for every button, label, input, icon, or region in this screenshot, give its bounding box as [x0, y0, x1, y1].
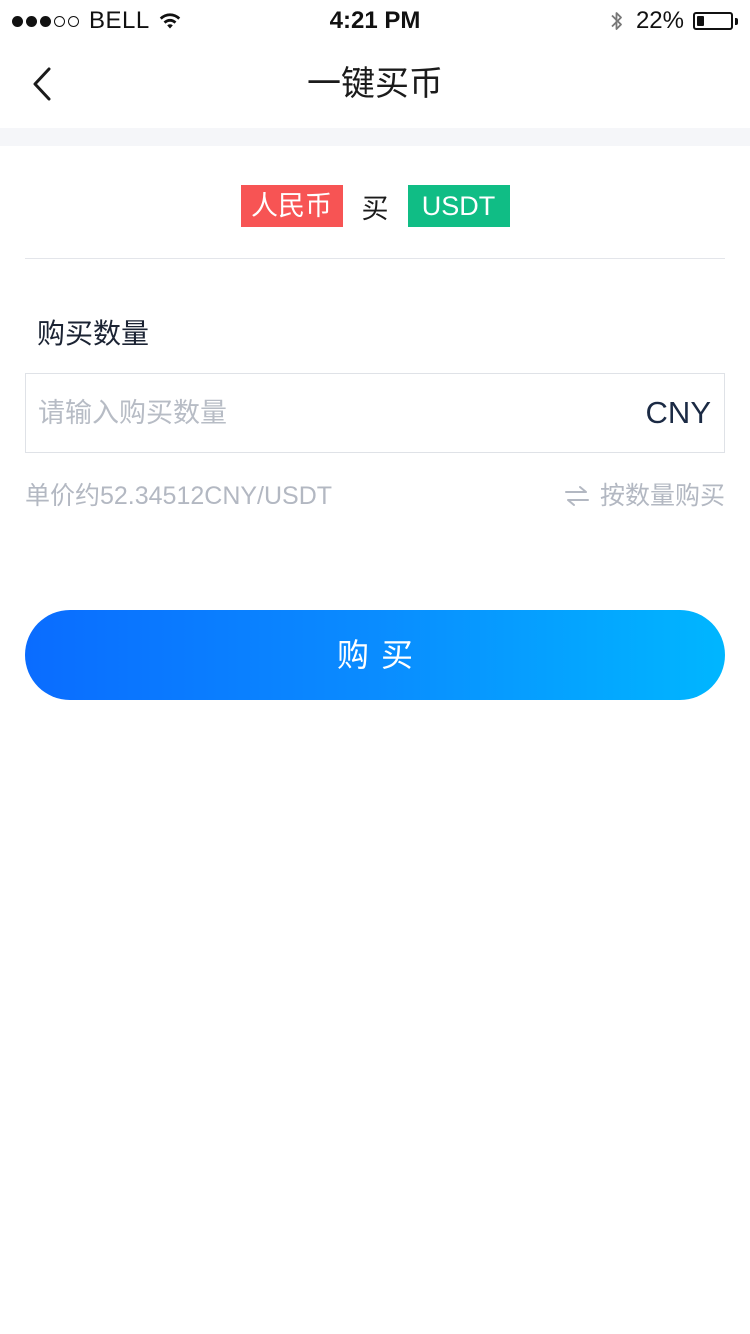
- buy-coin-screen: BELL 4:21 PM 22% 一键买币 人民币 买 USDT 购买数量 请输…: [0, 0, 750, 1334]
- divider: [25, 258, 725, 259]
- status-right: 22%: [610, 6, 738, 36]
- quantity-label: 购买数量: [37, 318, 150, 349]
- swap-arrows-icon: [564, 484, 590, 508]
- from-currency-tag[interactable]: 人民币: [240, 185, 343, 227]
- nav-bar: 一键买币: [0, 40, 750, 128]
- pair-action-label: 买: [361, 193, 389, 224]
- price-row: 单价约52.34512CNY/USDT 按数量购买: [25, 476, 725, 516]
- status-bar: BELL 4:21 PM 22%: [0, 0, 750, 40]
- battery-fill: [697, 16, 705, 26]
- page-title: 一键买币: [307, 65, 443, 103]
- battery-icon: [693, 12, 733, 30]
- switch-mode-label: 按数量购买: [599, 482, 725, 510]
- bluetooth-icon: [610, 9, 624, 33]
- buy-button[interactable]: 购买: [25, 610, 725, 700]
- battery-percent: 22%: [635, 7, 684, 34]
- unit-price-text: 单价约52.34512CNY/USDT: [25, 482, 333, 510]
- chevron-left-icon: [33, 67, 51, 101]
- currency-pair: 人民币 买 USDT: [0, 185, 750, 227]
- battery-tip: [735, 17, 738, 25]
- currency-unit-label: CNY: [645, 395, 711, 430]
- amount-input[interactable]: [38, 374, 598, 452]
- amount-field: CNY: [25, 373, 725, 453]
- switch-mode-button[interactable]: 按数量购买: [564, 476, 725, 516]
- to-currency-tag[interactable]: USDT: [407, 185, 510, 227]
- back-button[interactable]: [20, 60, 64, 108]
- section-divider: [0, 128, 750, 146]
